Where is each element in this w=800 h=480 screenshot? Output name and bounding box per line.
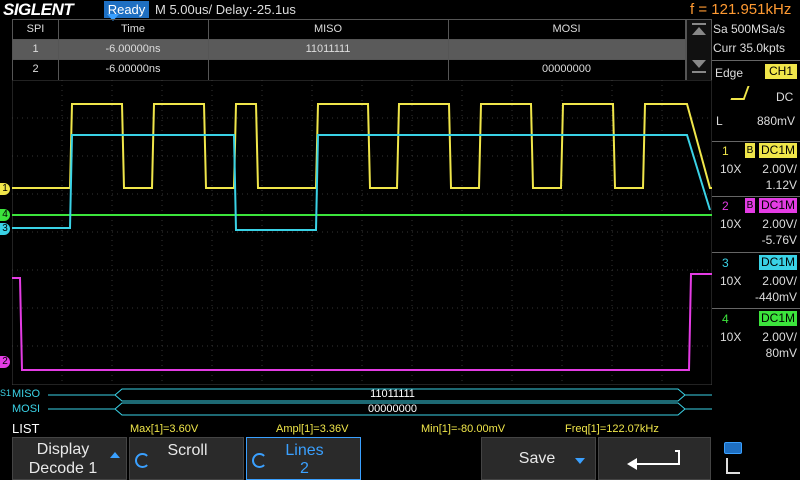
column-divider — [58, 20, 59, 80]
ch3-coupling[interactable]: DC1M — [759, 255, 797, 270]
header-miso: MISO — [313, 23, 343, 35]
measure-min: Min[1]=-80.00mV — [421, 423, 506, 435]
waveform-grid[interactable] — [12, 80, 712, 385]
ch3-scale[interactable]: 2.00V/ — [712, 274, 797, 288]
top-status-bar: SIGLENT Ready M 5.00us/ Delay:-25.1us f … — [0, 0, 800, 21]
trigger-source-badge[interactable]: CH1 — [765, 64, 797, 79]
column-divider — [208, 20, 209, 80]
sample-rate: Sa 500MSa/s — [713, 22, 786, 36]
right-panel-divider — [712, 60, 800, 61]
bus-decode-area: S1 MISO MOSI 11011111 00000000 — [0, 386, 712, 418]
trigger-coupling[interactable]: DC — [776, 90, 800, 104]
measure-max: Max[1]=3.60V — [130, 423, 199, 435]
display-label: Display — [36, 441, 90, 458]
ch4-offset-marker[interactable]: 4 — [0, 209, 10, 221]
lines-value: 2 — [300, 460, 309, 477]
ch4-scale[interactable]: 2.00V/ — [712, 330, 797, 344]
scroll-bottom-icon[interactable] — [692, 71, 706, 73]
return-arrow-icon — [627, 450, 680, 470]
ch2-offset[interactable]: -5.76V — [712, 233, 797, 247]
scroll-button[interactable]: Scroll — [129, 437, 244, 480]
row-miso: 11011111 — [305, 43, 351, 55]
header-time: Time — [120, 23, 146, 35]
ch3-offset[interactable]: -440mV — [712, 290, 797, 304]
decode-label: Decode 1 — [28, 460, 98, 477]
ch1-bandwidth-badge: B — [745, 143, 755, 158]
table-row[interactable]: 2 -6.00000ns 00000000 — [13, 59, 685, 80]
decode-list-table: SPI Time MISO MOSI 1 -6.00000ns 11011111… — [12, 19, 686, 81]
display-decode-button[interactable]: Display Decode 1 — [12, 437, 127, 480]
ch1-scale[interactable]: 2.00V/ — [712, 162, 797, 176]
ch2-coupling[interactable]: DC1M — [759, 198, 797, 213]
lines-label: Lines — [285, 442, 324, 459]
memory-depth: Curr 35.0kpts — [713, 41, 786, 55]
ch1-offset[interactable]: 1.12V — [712, 178, 797, 192]
scroll-down-icon[interactable] — [692, 60, 706, 68]
ch3-offset-marker[interactable]: 3 — [0, 223, 10, 235]
ch2-bandwidth-badge: B — [745, 198, 755, 213]
lines-button[interactable]: Lines 2 — [246, 437, 361, 480]
rising-edge-icon — [730, 86, 750, 100]
measure-freq: Freq[1]=122.07kHz — [565, 423, 659, 435]
header-spi: SPI — [26, 23, 45, 35]
row-index: 2 — [32, 63, 39, 75]
ch2-offset-marker[interactable]: 2 — [0, 356, 10, 368]
miso-bus-value: 11011111 — [370, 388, 415, 400]
table-row[interactable]: 1 -6.00000ns 11011111 — [13, 39, 685, 60]
trigger-level[interactable]: 880mV — [757, 114, 800, 128]
row-index: 1 — [32, 43, 39, 55]
save-button[interactable]: Save — [481, 437, 596, 480]
column-divider — [448, 20, 449, 80]
timebase-readout[interactable]: M 5.00us/ Delay:-25.1us — [155, 1, 296, 18]
scroll-top-icon[interactable] — [692, 23, 706, 25]
row-time: -6.00000ns — [105, 43, 161, 55]
arrow-down-icon — [575, 458, 585, 464]
measure-mode: LIST — [12, 421, 40, 436]
return-button[interactable] — [598, 437, 711, 480]
ch2-scale[interactable]: 2.00V/ — [712, 217, 797, 231]
scroll-label: Scroll — [167, 442, 208, 459]
ch1-coupling[interactable]: DC1M — [759, 143, 797, 158]
scroll-up-icon[interactable] — [692, 27, 706, 35]
mosi-bus-value: 00000000 — [368, 403, 417, 415]
usb-network-status-icon — [720, 440, 790, 478]
arrow-up-icon — [110, 452, 120, 458]
row-time: -6.00000ns — [105, 63, 161, 75]
ch1-offset-marker[interactable]: 1 — [0, 183, 10, 195]
table-scrollbar[interactable] — [686, 19, 712, 81]
ch4-offset[interactable]: 80mV — [712, 346, 797, 360]
ch4-coupling[interactable]: DC1M — [759, 311, 797, 326]
measure-ampl: Ampl[1]=3.36V — [276, 423, 349, 435]
header-mosi: MOSI — [552, 23, 581, 35]
frequency-counter: f = 121.951kHz — [690, 1, 792, 18]
row-mosi: 00000000 — [542, 63, 591, 75]
measurement-bar: LIST Max[1]=3.60V Ampl[1]=3.36V Min[1]=-… — [0, 421, 712, 437]
brand-logo: SIGLENT — [3, 0, 74, 19]
